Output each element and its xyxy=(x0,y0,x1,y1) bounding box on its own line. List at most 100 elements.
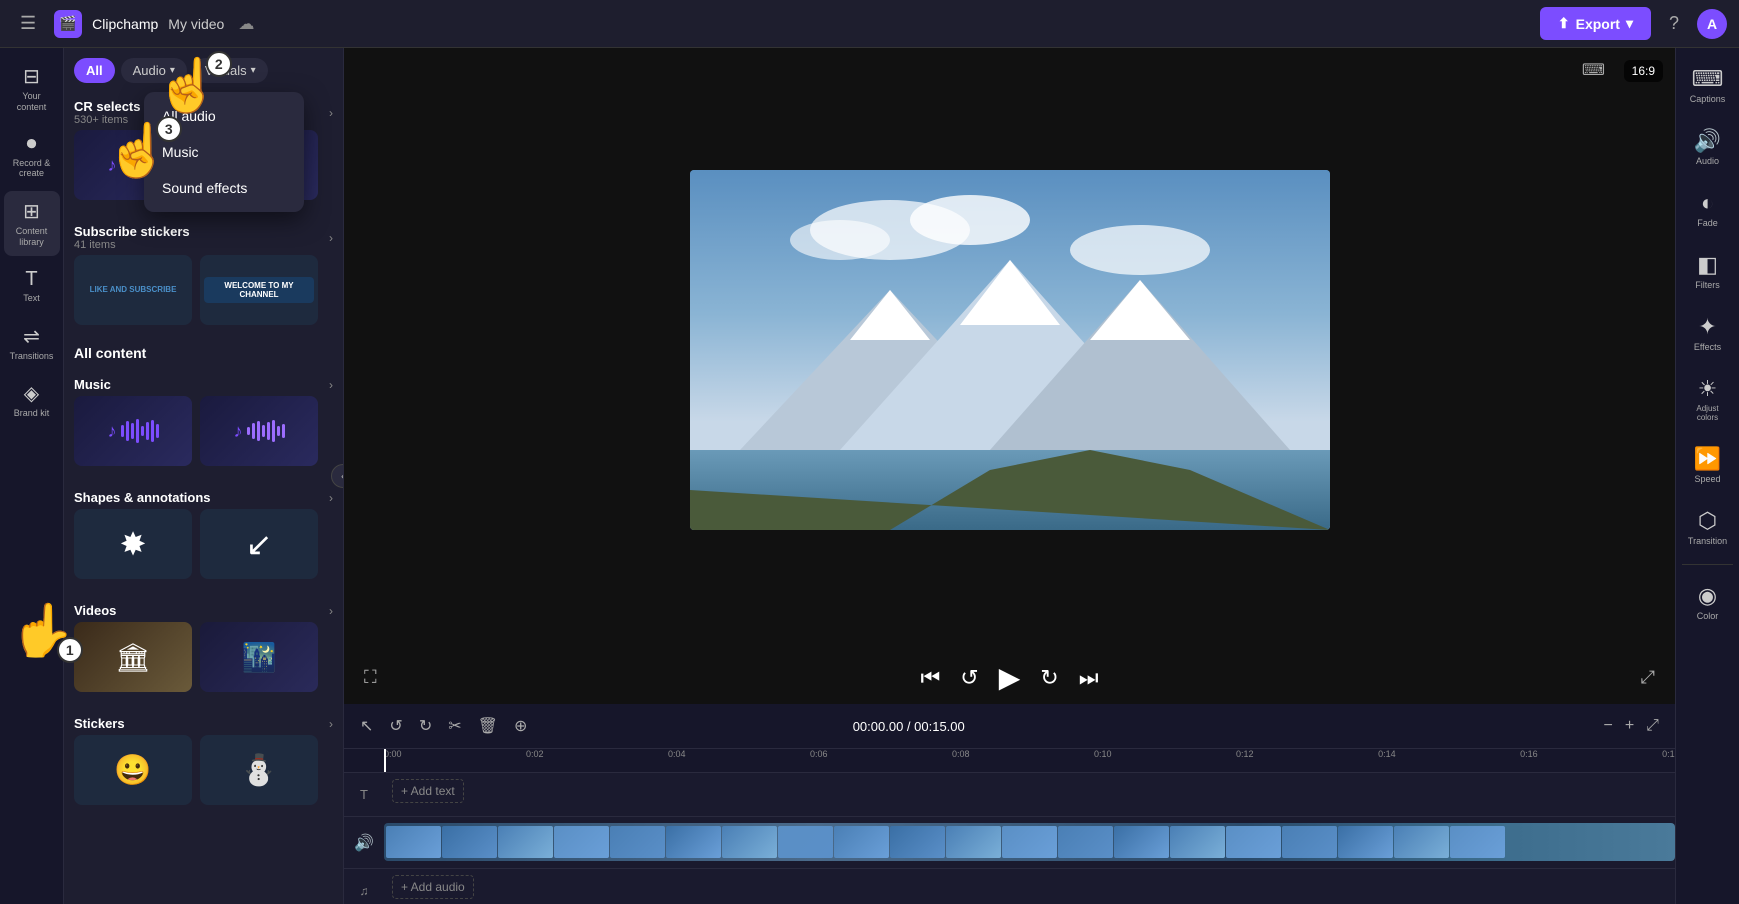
section-stickers-header[interactable]: Stickers › xyxy=(74,708,333,735)
fast-forward-button[interactable]: ↻ xyxy=(1040,665,1058,691)
list-item[interactable]: ♪ xyxy=(200,396,318,466)
skip-forward-button[interactable]: ⏭ xyxy=(1079,665,1099,691)
add-text-button[interactable]: + Add text xyxy=(392,779,464,803)
star-shape-icon: ✸ xyxy=(120,525,147,563)
center-area: 16:9 ⌨ ⛶ ⏮ ↺ ▶ ↻ ⏭ ⤢ ↖ ↺ ↻ ✂ 🗑 ⊕ 00:00.0… xyxy=(344,48,1675,904)
section-shapes: Shapes & annotations › ✸ ↙ xyxy=(74,482,333,579)
all-content-label: All content xyxy=(74,341,333,369)
video-frame xyxy=(386,826,441,858)
tab-audio[interactable]: Audio ▾ xyxy=(121,58,187,83)
dropdown-all-audio[interactable]: All audio xyxy=(144,98,304,134)
sidebar-item-brand-kit[interactable]: ◈ Brand kit xyxy=(4,373,60,427)
ruler-marks-container: 0:00 0:02 0:04 0:06 0:08 0:10 0:12 0:14 … xyxy=(384,749,1675,772)
sidebar-item-content-library[interactable]: ⊞ Contentlibrary xyxy=(4,191,60,256)
text-icon: T xyxy=(25,268,37,291)
play-button[interactable]: ▶ xyxy=(999,661,1021,694)
video-track-clip[interactable] xyxy=(384,823,1675,861)
section-shapes-header[interactable]: Shapes & annotations › xyxy=(74,482,333,509)
captions-icon: ⌨ xyxy=(1692,66,1724,92)
music-note-icon: ♪ xyxy=(234,421,243,442)
subscribe-stickers-chevron-icon: › xyxy=(329,231,333,245)
add-media-button[interactable]: ⊕ xyxy=(510,712,531,740)
sidebar-item-record[interactable]: ⏺ Record &create xyxy=(4,125,60,188)
expand-button[interactable]: ⤢ xyxy=(1641,667,1655,688)
dropdown-sound-effects[interactable]: Sound effects xyxy=(144,170,304,206)
transitions-icon: ⇌ xyxy=(23,324,40,349)
sidebar-item-transitions[interactable]: ⇌ Transitions xyxy=(4,316,60,370)
text-track-content: + Add text xyxy=(384,773,1675,816)
avatar[interactable]: A xyxy=(1697,9,1727,39)
screenshot-button[interactable]: ⛶ xyxy=(364,667,377,688)
right-panel-filters[interactable]: ◧ Filters xyxy=(1678,242,1738,300)
dropdown-music[interactable]: Music xyxy=(144,134,304,170)
list-item[interactable]: ⛄ xyxy=(200,735,318,805)
delete-button[interactable]: 🗑 xyxy=(474,712,502,740)
sticker-icon: 😀 xyxy=(114,753,151,788)
zoom-out-button[interactable]: − xyxy=(1599,713,1616,739)
text-track-label: T xyxy=(344,787,384,802)
right-panel-transition[interactable]: ⬡ Transition xyxy=(1678,498,1738,556)
help-icon[interactable]: ? xyxy=(1661,9,1687,38)
video-frame xyxy=(498,826,553,858)
sidebar-item-your-content[interactable]: ⊟ Yourcontent xyxy=(4,56,60,121)
arrow-shape-icon: ↙ xyxy=(246,525,273,563)
music-note-icon: ♪ xyxy=(108,421,117,442)
video-frame xyxy=(778,826,833,858)
cloud-icon: ☁ xyxy=(238,14,254,34)
adjust-colors-icon: ☀ xyxy=(1698,376,1718,402)
sidebar: ⊟ Yourcontent ⏺ Record &create ⊞ Content… xyxy=(0,48,64,904)
list-item[interactable]: ✸ xyxy=(74,509,192,579)
effects-icon: ✦ xyxy=(1698,314,1716,340)
zoom-in-button[interactable]: + xyxy=(1621,713,1638,739)
list-item[interactable]: 🌃 xyxy=(200,622,318,692)
right-panel-effects[interactable]: ✦ Effects xyxy=(1678,304,1738,362)
ruler-mark: 0:02 xyxy=(526,749,544,759)
export-button[interactable]: ⬆ Export ▾ xyxy=(1540,7,1651,40)
video-frame xyxy=(1058,826,1113,858)
redo-button[interactable]: ↻ xyxy=(415,712,436,740)
section-videos-header[interactable]: Videos › xyxy=(74,595,333,622)
export-icon: ⬆ xyxy=(1558,15,1570,32)
right-panel-color[interactable]: ◉ Color xyxy=(1678,573,1738,631)
sidebar-item-text[interactable]: T Text xyxy=(4,260,60,312)
list-item[interactable]: 🏛 xyxy=(74,622,192,692)
section-music: Music › ♪ ♪ xyxy=(74,369,333,466)
fit-timeline-button[interactable]: ⤢ xyxy=(1642,713,1663,739)
right-panel-speed[interactable]: ⏩ Speed xyxy=(1678,436,1738,494)
topbar: ☰ 🎬 Clipchamp My video ☁ ⬆ Export ▾ ? A xyxy=(0,0,1739,48)
list-item[interactable]: ♪ xyxy=(74,396,192,466)
cut-button[interactable]: ✂ xyxy=(444,712,465,740)
playback-bar: ⛶ ⏮ ↺ ▶ ↻ ⏭ ⤢ xyxy=(344,651,1675,704)
undo-button[interactable]: ↺ xyxy=(385,712,406,740)
rewind-button[interactable]: ↺ xyxy=(960,665,978,691)
cursor-tool-button[interactable]: ↖ xyxy=(356,712,377,740)
stickers-chevron-icon: › xyxy=(329,717,333,731)
right-sidebar: ⌨ Captions 🔊 Audio ◐ Fade ◧ Filters ✦ Ef… xyxy=(1675,48,1739,904)
add-audio-button[interactable]: + Add audio xyxy=(392,875,474,899)
tab-visuals[interactable]: Visuals ▾ xyxy=(193,58,268,83)
add-text-area[interactable]: + Add text xyxy=(384,773,1675,809)
main-area: ⊟ Yourcontent ⏺ Record &create ⊞ Content… xyxy=(0,48,1739,904)
list-item[interactable]: LIKE AND SUBSCRIBE xyxy=(74,255,192,325)
right-panel-audio[interactable]: 🔊 Audio xyxy=(1678,118,1738,176)
menu-icon[interactable]: ☰ xyxy=(12,9,44,38)
ruler-mark: 0:14 xyxy=(1378,749,1396,759)
app-name: Clipchamp xyxy=(92,16,158,32)
export-chevron-icon: ▾ xyxy=(1626,15,1633,32)
skip-back-button[interactable]: ⏮ xyxy=(920,665,940,691)
section-music-header[interactable]: Music › xyxy=(74,369,333,396)
content-scroll[interactable]: CR selects 530+ items › ♪ xyxy=(64,91,343,904)
right-panel-adjust-colors[interactable]: ☀ Adjustcolors xyxy=(1678,366,1738,432)
project-name[interactable]: My video xyxy=(168,16,224,32)
section-subscribe-stickers-header[interactable]: Subscribe stickers 41 items › xyxy=(74,216,333,255)
list-item[interactable]: WELCOME TO MY CHANNEL xyxy=(200,255,318,325)
add-audio-area[interactable]: + Add audio xyxy=(384,869,1675,904)
right-panel-fade[interactable]: ◐ Fade xyxy=(1678,180,1738,238)
tab-all[interactable]: All xyxy=(74,58,115,83)
captions-preview-icon[interactable]: ⌨ xyxy=(1582,60,1605,80)
video-mountain-svg xyxy=(690,170,1330,530)
ruler-mark: 0:08 xyxy=(952,749,970,759)
list-item[interactable]: ↙ xyxy=(200,509,318,579)
right-panel-captions[interactable]: ⌨ Captions xyxy=(1678,56,1738,114)
list-item[interactable]: 😀 xyxy=(74,735,192,805)
